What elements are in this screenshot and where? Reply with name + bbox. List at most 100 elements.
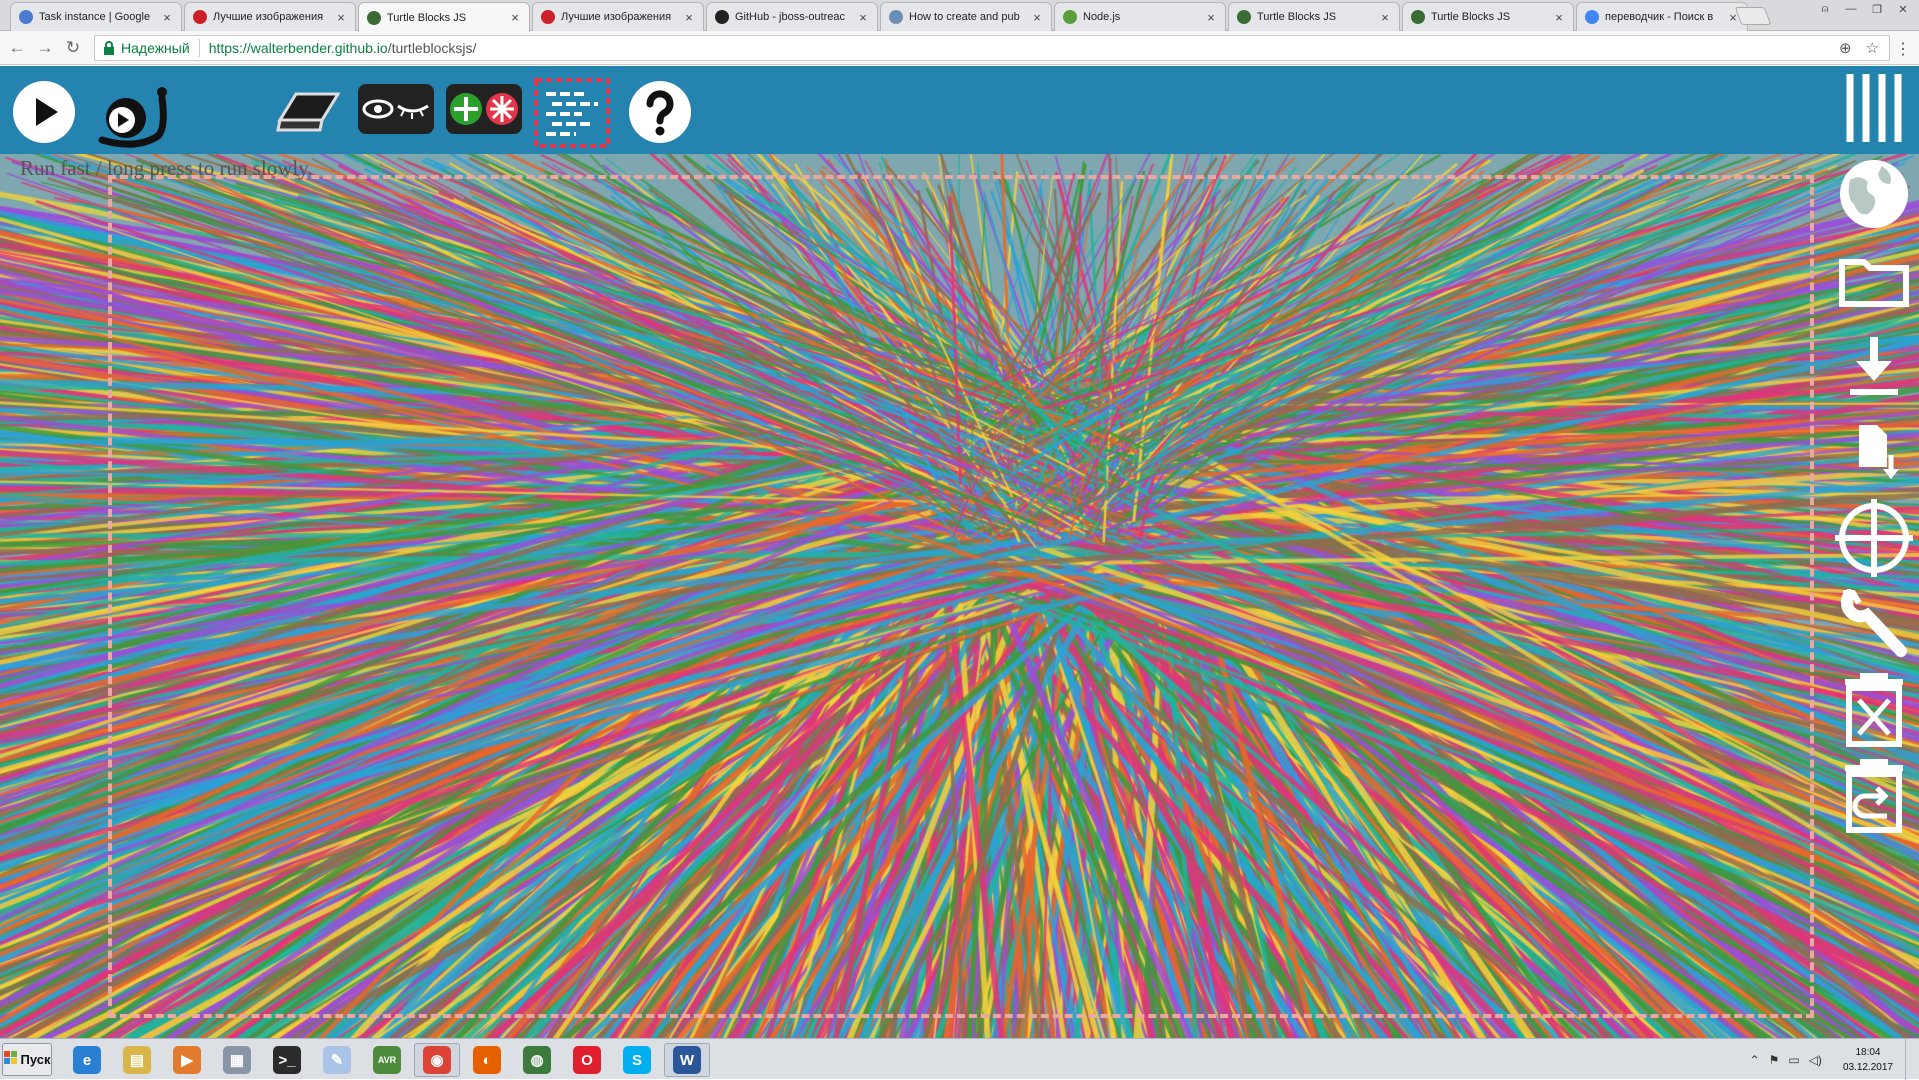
taskbar-glyph: ◉ <box>423 1046 451 1074</box>
maximize-icon[interactable]: ❐ <box>1865 0 1889 18</box>
browser-tab[interactable]: Лучшие изображения × <box>532 2 704 31</box>
tab-close-icon[interactable]: × <box>509 10 521 25</box>
settings-wrench-icon[interactable] <box>1829 584 1919 664</box>
tab-close-icon[interactable]: × <box>857 10 869 25</box>
tab-close-icon[interactable]: × <box>1205 10 1217 25</box>
clock[interactable]: 18:04 03.12.2017 <box>1843 1045 1893 1075</box>
tab-title: переводчик - Поиск в <box>1605 11 1714 23</box>
internet-explorer-icon[interactable]: e <box>64 1043 110 1077</box>
start-label: Пуск <box>20 1052 51 1067</box>
firefox-icon[interactable]: ◐ <box>464 1043 510 1077</box>
action-center-flag-icon[interactable]: ⚑ <box>1769 1053 1780 1067</box>
browser-tab[interactable]: Turtle Blocks JS × <box>1228 2 1400 31</box>
tab-title: Turtle Blocks JS <box>1431 11 1511 23</box>
browser-tab-strip: Task instance | Google × Лучшие изображени… <box>0 0 1919 32</box>
taskbar-glyph: ▦ <box>223 1046 251 1074</box>
tab-title: How to create and pub <box>909 11 1020 23</box>
pinterest-icon <box>541 10 555 24</box>
open-folder-icon[interactable] <box>1829 240 1919 320</box>
zoom-icon[interactable]: ⊕ <box>1839 39 1852 57</box>
calculator-icon[interactable]: ▦ <box>214 1043 260 1077</box>
media-player-icon[interactable]: ▶ <box>164 1043 210 1077</box>
taskbar-glyph: >_ <box>273 1046 301 1074</box>
window-controls: ⍝ — ❐ ✕ <box>1813 0 1915 20</box>
clear-eraser-icon[interactable] <box>276 86 340 138</box>
turtle-drawing-canvas[interactable] <box>0 154 1919 1038</box>
taskbar-glyph: ◍ <box>523 1046 551 1074</box>
minimize-icon[interactable]: — <box>1839 0 1863 18</box>
close-window-icon[interactable]: ✕ <box>1891 0 1915 18</box>
grid-crosshair-icon[interactable] <box>1829 498 1919 578</box>
nodejs-icon <box>1063 10 1077 24</box>
taskbar-glyph: W <box>673 1046 701 1074</box>
notepad-icon[interactable]: ✎ <box>314 1043 360 1077</box>
network-globe-icon[interactable]: ◍ <box>514 1043 560 1077</box>
block-collapse-icon[interactable] <box>532 74 612 152</box>
bookmark-star-icon[interactable]: ☆ <box>1866 39 1879 57</box>
tab-close-icon[interactable]: × <box>1379 10 1391 25</box>
reload-icon[interactable]: ↻ <box>62 37 84 59</box>
new-tab-button[interactable] <box>1734 7 1772 25</box>
eye-icon <box>889 10 903 24</box>
tab-title: Лучшие изображения <box>213 11 324 23</box>
volume-icon[interactable]: ◁) <box>1809 1053 1822 1067</box>
planet-icon[interactable] <box>1829 154 1919 234</box>
show-desktop-button[interactable] <box>1905 1039 1919 1080</box>
browser-tab[interactable]: Task instance | Google × <box>10 2 182 31</box>
tray-expand-icon[interactable]: ⌃ <box>1750 1053 1760 1067</box>
tab-close-icon[interactable]: × <box>683 10 695 25</box>
google-icon <box>1585 10 1599 24</box>
browser-tab[interactable]: GitHub - jboss-outreac × <box>706 2 878 31</box>
tab-close-icon[interactable]: × <box>1553 10 1565 25</box>
taskbar-glyph: ✎ <box>323 1046 351 1074</box>
delete-trash-icon[interactable] <box>1829 670 1919 750</box>
turtle-blocks-app: Run fast / long press to run slowly. <box>0 66 1919 1038</box>
run-slow-snail-icon[interactable] <box>96 78 172 148</box>
menu-icon[interactable] <box>1829 68 1919 148</box>
network-icon[interactable]: ▭ <box>1788 1053 1799 1067</box>
expand-collapse-icon[interactable] <box>444 82 524 138</box>
tab-close-icon[interactable]: × <box>335 10 347 25</box>
explorer-folder-icon[interactable]: ▤ <box>114 1043 160 1077</box>
browser-tab[interactable]: переводчик - Поиск в × <box>1576 2 1748 31</box>
gear-icon <box>19 10 33 24</box>
omnibox-divider <box>198 39 200 57</box>
word-icon[interactable]: W <box>664 1043 710 1077</box>
back-arrow-icon[interactable]: ← <box>6 37 28 59</box>
clock-date: 03.12.2017 <box>1842 1061 1893 1073</box>
show-hide-blocks-icon[interactable] <box>356 82 436 138</box>
profile-icon[interactable]: ⍝ <box>1813 0 1837 18</box>
turtle-icon <box>1237 10 1251 24</box>
tab-close-icon[interactable]: × <box>1031 10 1043 25</box>
browser-menu-icon[interactable]: ⋮ <box>1895 39 1911 59</box>
browser-tab[interactable]: Node.js × <box>1054 2 1226 31</box>
taskbar-glyph: O <box>573 1046 601 1074</box>
address-bar[interactable]: Надежный https://walterbender.github.io /… <box>94 35 1890 61</box>
chrome-icon[interactable]: ◉ <box>414 1043 460 1077</box>
save-paste-icon[interactable] <box>1829 412 1919 492</box>
browser-tab[interactable]: Turtle Blocks JS × <box>358 2 530 32</box>
turtle-icon <box>1411 10 1425 24</box>
opera-icon[interactable]: O <box>564 1043 610 1077</box>
help-icon[interactable] <box>628 80 692 144</box>
browser-tab[interactable]: How to create and pub × <box>880 2 1052 31</box>
secure-label: Надежный <box>121 40 190 56</box>
pinterest-icon <box>193 10 207 24</box>
avr-studio-icon[interactable]: AVR <box>364 1043 410 1077</box>
github-icon <box>715 10 729 24</box>
taskbar-glyph: ◐ <box>473 1046 501 1074</box>
terminal-icon[interactable]: >_ <box>264 1043 310 1077</box>
restore-trash-icon[interactable] <box>1829 756 1919 836</box>
tab-title: Task instance | Google <box>39 11 151 23</box>
run-fast-icon[interactable] <box>12 80 76 144</box>
save-download-icon[interactable] <box>1829 326 1919 406</box>
browser-tab[interactable]: Лучшие изображения × <box>184 2 356 31</box>
browser-toolbar: ← → ↻ Надежный https://walterbender.gith… <box>0 31 1919 65</box>
tab-close-icon[interactable]: × <box>161 10 173 25</box>
browser-tab[interactable]: Turtle Blocks JS × <box>1402 2 1574 31</box>
tab-title: Turtle Blocks JS <box>387 11 467 24</box>
turtle-icon <box>367 10 381 25</box>
start-button[interactable]: Пуск <box>2 1043 52 1076</box>
forward-arrow-icon[interactable]: → <box>34 37 56 59</box>
skype-icon[interactable]: S <box>614 1043 660 1077</box>
